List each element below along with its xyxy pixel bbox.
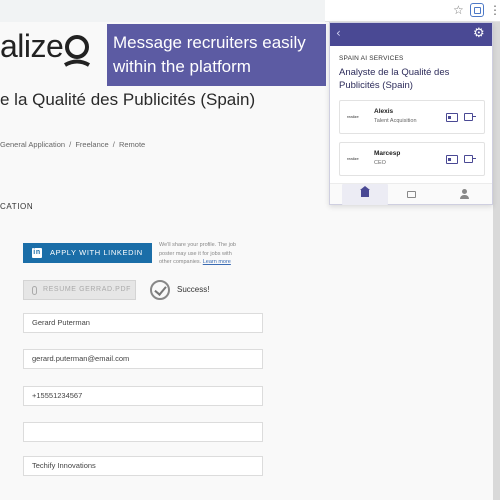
linkedin-profile-icon[interactable] <box>446 155 458 164</box>
browser-toolbar: ☆ ⋮ <box>0 0 500 22</box>
browser-tabstrip <box>0 0 325 22</box>
contact-role: CEO <box>374 160 386 166</box>
contact-name: Alexis <box>374 108 394 115</box>
kebab-menu-icon[interactable]: ⋮ <box>489 3 500 17</box>
popup-header: ‹ ⚙ <box>330 23 492 46</box>
site-logo[interactable]: alize <box>0 28 64 65</box>
resume-upload-label: RESUME GERRAD.PDF <box>43 286 131 293</box>
extension-icon[interactable] <box>470 3 484 17</box>
tab-documents[interactable] <box>388 184 434 205</box>
linkedin-icon: in <box>32 248 42 258</box>
home-icon <box>360 186 370 197</box>
gear-icon[interactable]: ⚙ <box>473 26 485 41</box>
breadcrumb-separator: / <box>69 140 72 149</box>
contact-role: Talent Acquisition <box>374 118 417 124</box>
page-title: e la Qualité des Publicités (Spain) <box>0 90 256 109</box>
breadcrumb-item[interactable]: Remote <box>119 140 145 149</box>
popup-company-name: SPAIN AI SERVICES <box>339 55 404 62</box>
check-circle-icon <box>150 280 170 300</box>
email-field[interactable]: gerard.puterman@email.com <box>23 349 263 369</box>
promo-banner: Message recruiters easily within the pla… <box>107 24 326 86</box>
breadcrumb-item[interactable]: General Application <box>0 140 65 149</box>
apply-with-linkedin-label: APPLY WITH LINKEDIN <box>50 248 143 257</box>
document-icon <box>407 191 416 198</box>
breadcrumb: General Application / Freelance / Remote <box>0 140 147 149</box>
empty-field[interactable] <box>23 422 263 442</box>
logo-mark-icon <box>63 35 91 67</box>
breadcrumb-separator: / <box>112 140 115 149</box>
phone-field[interactable]: +15551234567 <box>23 386 263 406</box>
full-name-field[interactable]: Gerard Puterman <box>23 313 263 333</box>
page-scrollbar[interactable] <box>493 22 500 500</box>
linkedin-note: We'll share your profile. The job poster… <box>159 241 241 267</box>
star-icon[interactable]: ☆ <box>453 3 464 17</box>
company-logo: realize <box>347 114 359 119</box>
contact-card[interactable]: realize Marcesp CEO <box>339 142 485 176</box>
contact-card[interactable]: realize Alexis Talent Acquisition <box>339 100 485 134</box>
paperclip-icon <box>32 286 37 295</box>
user-icon <box>460 189 469 199</box>
popup-job-title: Analyste de la Qualité des Publicités (S… <box>339 67 450 91</box>
learn-more-link[interactable]: Learn more <box>203 259 231 265</box>
back-chevron-icon[interactable]: ‹ <box>336 26 341 40</box>
extension-popup: ‹ ⚙ SPAIN AI SERVICES Analyste de la Qua… <box>329 22 493 205</box>
breadcrumb-item[interactable]: Freelance <box>75 140 108 149</box>
resume-upload-button[interactable]: RESUME GERRAD.PDF <box>23 280 136 300</box>
popup-bottom-nav <box>330 183 492 205</box>
linkedin-profile-icon[interactable] <box>446 113 458 122</box>
send-message-icon[interactable] <box>464 113 476 121</box>
current-company-field[interactable]: Techify Innovations <box>23 456 263 476</box>
apply-with-linkedin-button[interactable]: in APPLY WITH LINKEDIN <box>23 243 152 263</box>
tab-home[interactable] <box>342 184 388 205</box>
tab-profile[interactable] <box>442 184 488 205</box>
send-message-icon[interactable] <box>464 155 476 163</box>
success-message: Success! <box>177 285 210 294</box>
section-heading: CATION <box>0 202 34 211</box>
company-logo: realize <box>347 156 359 161</box>
contact-name: Marcesp <box>374 150 401 157</box>
